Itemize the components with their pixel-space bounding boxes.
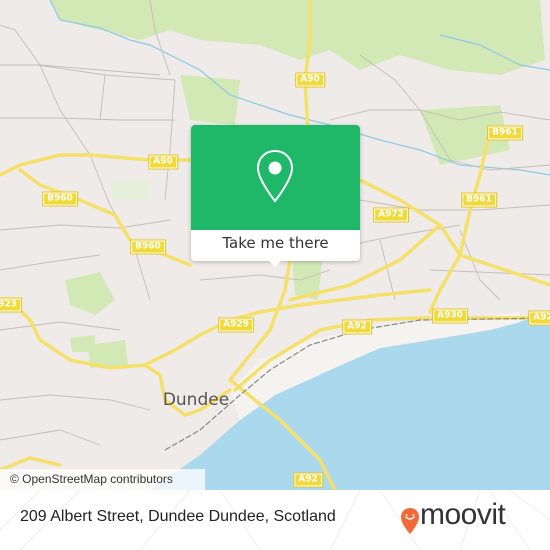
road-label-b960: B960 — [42, 191, 78, 207]
map[interactable]: A90 A90 B960 B960 B961 B961 A972 A929 A9… — [0, 0, 550, 490]
moovit-logo-text: moovit — [420, 498, 506, 531]
road-label-a90: A90 — [295, 72, 325, 88]
take-me-there-button[interactable]: Take me there — [191, 230, 360, 261]
popup-header — [191, 125, 360, 230]
moovit-logo-icon — [401, 508, 419, 534]
address-text: 209 Albert Street, Dundee Dundee, Scotla… — [20, 508, 336, 525]
road-label-a923: A923 — [0, 297, 22, 313]
road-label-a90: A90 — [148, 154, 178, 170]
road-label-b961: B961 — [461, 192, 497, 208]
road-label-b960: B960 — [130, 239, 166, 255]
map-pin-icon — [256, 149, 294, 203]
road-label-a930: A930 — [432, 308, 468, 324]
place-label-dundee: Dundee — [162, 390, 230, 410]
road-label-a972: A972 — [373, 207, 409, 223]
road-label-a92: A92 — [528, 310, 550, 326]
road-label-a929: A929 — [218, 317, 254, 333]
road-label-b961: B961 — [487, 125, 523, 141]
road-label-a92: A92 — [293, 472, 323, 488]
footer: 209 Albert Street, Dundee Dundee, Scotla… — [0, 490, 550, 550]
road-label-a92: A92 — [342, 319, 372, 335]
popup-tail — [267, 259, 283, 267]
location-popup: Take me there — [191, 125, 360, 267]
map-attribution[interactable]: © OpenStreetMap contributors — [0, 469, 205, 490]
